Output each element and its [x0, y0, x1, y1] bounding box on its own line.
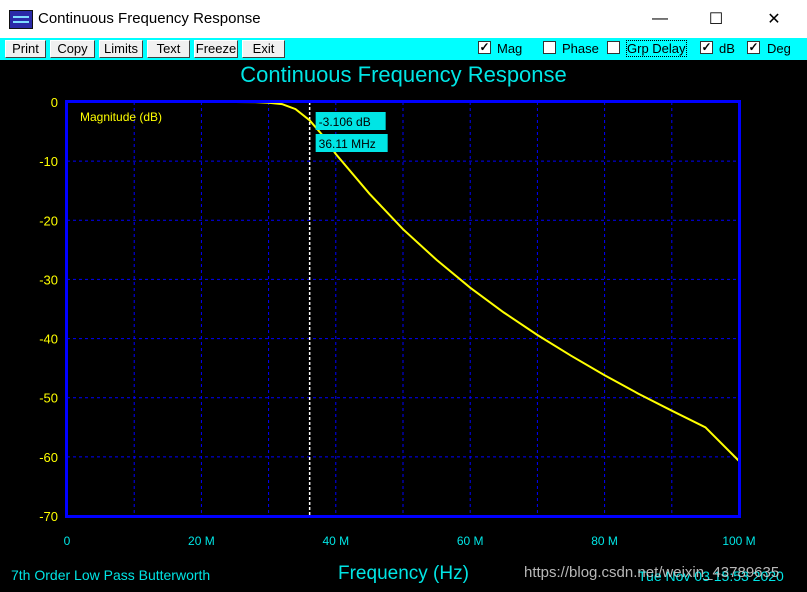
x-tick-label: 60 M	[457, 534, 484, 548]
y-tick-label: -10	[39, 154, 58, 169]
filter-type-label: 7th Order Low Pass Butterworth	[11, 567, 211, 583]
x-tick-label: 100 M	[722, 534, 755, 548]
y-tick-label: -20	[39, 213, 58, 228]
y-tick-label: -50	[39, 391, 58, 406]
plot-frame	[65, 100, 741, 518]
watermark: https://blog.csdn.net/weixin_43789635	[524, 564, 780, 581]
x-tick-label: 0	[64, 534, 71, 548]
y-tick-label: 0	[51, 95, 58, 110]
x-tick-label: 20 M	[188, 534, 215, 548]
x-tick-label: 40 M	[322, 534, 349, 548]
x-tick-label: 80 M	[591, 534, 618, 548]
x-axis-label: Frequency (Hz)	[338, 563, 469, 584]
y-tick-label: -30	[39, 272, 58, 287]
y-tick-label: -40	[39, 332, 58, 347]
y-tick-label: -60	[39, 450, 58, 465]
y-tick-label: -70	[39, 509, 58, 524]
